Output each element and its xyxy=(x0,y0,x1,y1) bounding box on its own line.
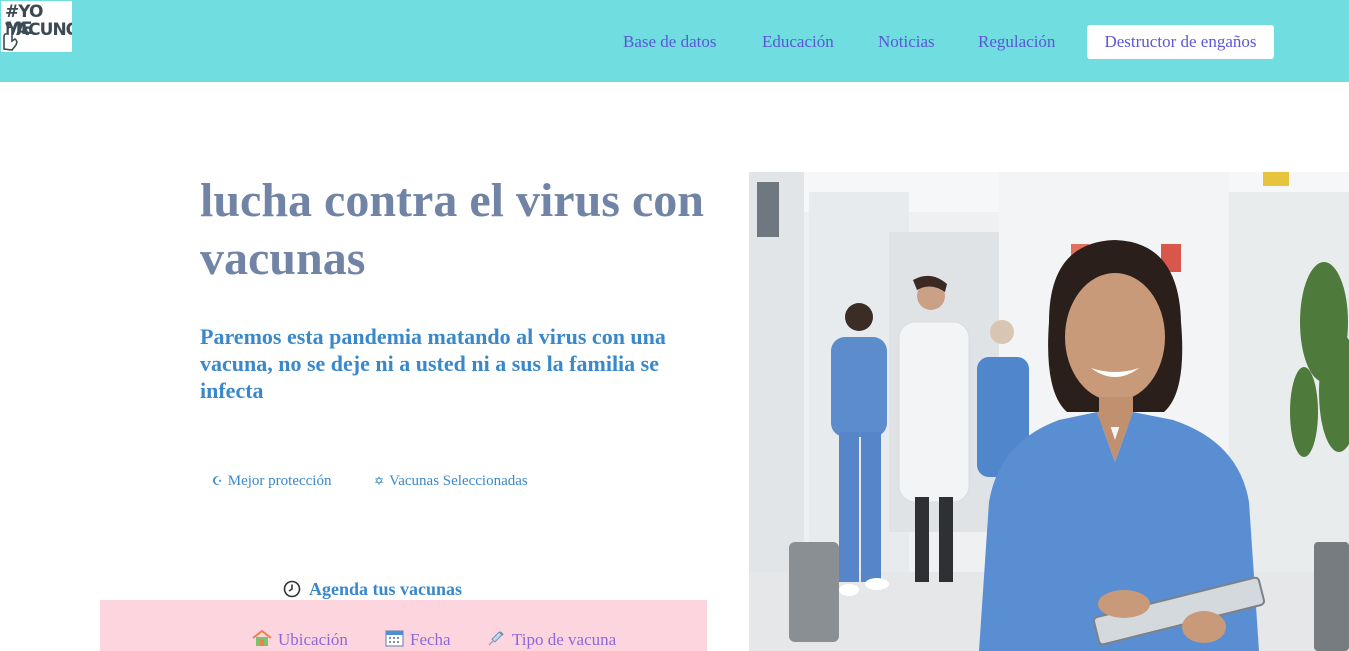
calendar-icon xyxy=(385,630,404,647)
vaccine-type-tab[interactable]: Tipo de vacuna xyxy=(486,629,616,651)
site-logo[interactable]: #YO ME VACUNO xyxy=(1,1,72,52)
feature-mejor-proteccion: ☪ Mejor protección xyxy=(212,470,331,492)
agenda-heading: Agenda tus vacunas xyxy=(283,577,462,601)
hand-icon xyxy=(3,26,18,51)
feature-vacunas-seleccionadas: ✡ Vacunas Seleccionadas xyxy=(374,470,528,492)
date-tab[interactable]: Fecha xyxy=(385,629,451,651)
moon-icon: ☪ xyxy=(212,474,223,488)
nav-educacion[interactable]: Educación xyxy=(762,25,834,59)
destructor-de-enganos-button[interactable]: Destructor de engaños xyxy=(1087,25,1274,59)
nav-noticias[interactable]: Noticias xyxy=(878,25,935,59)
vaccine-type-label: Tipo de vacuna xyxy=(512,630,617,649)
location-tab[interactable]: Ubicación xyxy=(252,629,348,651)
feature-label: Vacunas Seleccionadas xyxy=(389,473,528,489)
hero-photo-healthcare-workers xyxy=(749,172,1349,651)
hero-subtitle: Paremos esta pandemia matando al virus c… xyxy=(200,324,666,403)
syringe-icon xyxy=(488,631,504,646)
top-navigation-bar: #YO ME VACUNO Base de datos Educación No… xyxy=(0,0,1349,82)
star-of-david-icon: ✡ xyxy=(374,474,385,488)
hero-image xyxy=(749,172,1349,651)
nav-regulacion[interactable]: Regulación xyxy=(978,25,1055,59)
clock-icon xyxy=(283,580,301,598)
house-icon xyxy=(252,629,272,646)
date-label: Fecha xyxy=(410,630,451,649)
agenda-title: Agenda tus vacunas xyxy=(309,579,463,599)
booking-panel: Ubicación Fecha Tipo de vacuna xyxy=(100,600,707,651)
hero-title: lucha contra el virus con vacunas xyxy=(200,174,704,285)
location-label: Ubicación xyxy=(278,630,348,649)
nav-base-de-datos[interactable]: Base de datos xyxy=(623,25,716,59)
feature-label: Mejor protección xyxy=(227,473,332,489)
